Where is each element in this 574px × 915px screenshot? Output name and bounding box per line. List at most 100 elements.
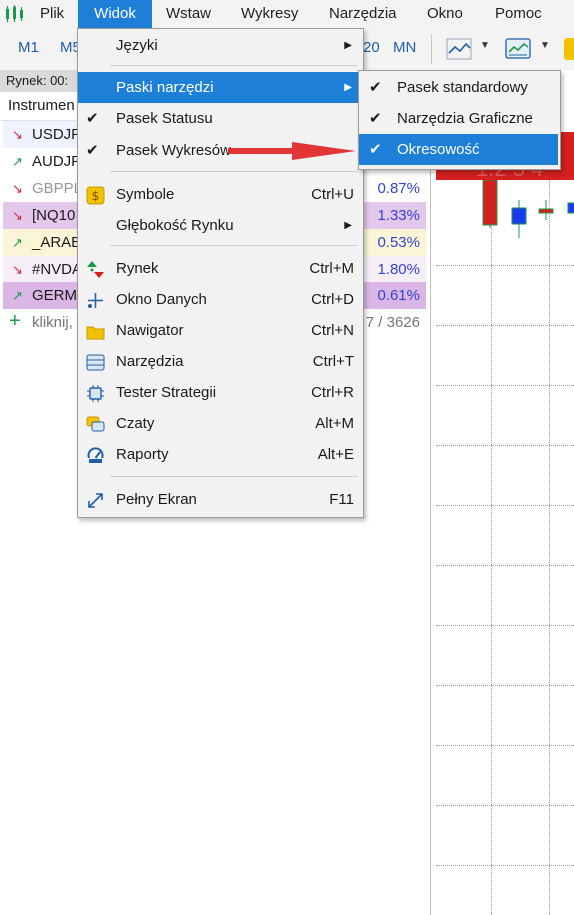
trend-down-icon: ↘ <box>12 181 23 196</box>
submenu-arrow-icon: ▶ <box>344 40 352 51</box>
checkmark-icon: ✔ <box>369 110 382 127</box>
grid-line <box>436 505 574 506</box>
grid-line <box>436 445 574 446</box>
red-arrow-annotation <box>228 142 356 160</box>
timeframe-mn-button[interactable]: MN <box>393 39 416 56</box>
menu-pomoc[interactable]: Pomoc <box>495 0 542 28</box>
menu-separator <box>110 171 358 172</box>
crosshair-icon <box>86 290 105 309</box>
grid-line <box>436 805 574 806</box>
trend-down-icon: ↘ <box>12 208 23 223</box>
menu-item-label: Rynek <box>116 260 159 277</box>
bear-candle <box>482 180 498 226</box>
menu-item-shortcut: Ctrl+M <box>309 260 354 277</box>
menu-item-pełny-ekran[interactable]: Pełny Ekran F11 <box>78 484 362 515</box>
checkmark-icon: ✔ <box>369 79 382 96</box>
menu-item-shortcut: Ctrl+R <box>311 384 354 401</box>
menu-item-czaty[interactable]: Czaty Alt+M <box>78 408 362 439</box>
folder-icon <box>86 321 105 340</box>
menu-item-label: Raporty <box>116 446 169 463</box>
fullscreen-icon <box>86 490 105 509</box>
menu-okno[interactable]: Okno <box>427 0 463 28</box>
chart-template-icon[interactable] <box>505 37 531 61</box>
menu-item-okno-danych[interactable]: Okno Danych Ctrl+D <box>78 284 362 315</box>
menu-item-tester-strategii[interactable]: Tester Strategii Ctrl+R <box>78 377 362 408</box>
menu-item-label: Głębokość Rynku <box>116 217 234 234</box>
submenu-item-label: Okresowość <box>397 141 480 158</box>
market-icon <box>86 259 105 278</box>
bull-candle <box>511 207 527 225</box>
timeframe-m1-button[interactable]: M1 <box>18 39 39 56</box>
symbol-name: GBPPL <box>32 180 83 197</box>
menu-item-raporty[interactable]: Raporty Alt+E <box>78 439 362 470</box>
grid-line <box>436 565 574 566</box>
dollar-icon: $ <box>86 185 105 205</box>
menu-widok[interactable]: Widok <box>78 0 152 28</box>
submenu-item-narzędzia-graficzne[interactable]: ✔ Narzędzia Graficzne <box>359 103 558 134</box>
menu-item-shortcut: Alt+E <box>317 446 354 463</box>
menu-separator <box>110 65 358 66</box>
daily-change: 1.33% <box>377 207 420 224</box>
line-chart-icon[interactable] <box>446 38 472 60</box>
submenu-item-okresowość[interactable]: ✔ Okresowość <box>359 134 558 165</box>
chevron-down-icon[interactable]: ▼ <box>540 40 550 51</box>
menu-narzedzia[interactable]: Narzędzia <box>329 0 397 28</box>
grid-line <box>436 385 574 386</box>
menu-plik[interactable]: Plik <box>40 0 64 28</box>
daily-change: 1.80% <box>377 261 420 278</box>
svg-text:$: $ <box>92 189 100 203</box>
menu-item-pasek-statusu[interactable]: ✔ Pasek Statusu <box>78 103 362 134</box>
symbol-name: USDJP <box>32 126 82 143</box>
submenu-item-label: Narzędzia Graficzne <box>397 110 533 127</box>
checkmark-icon: ✔ <box>86 110 99 127</box>
chevron-down-icon[interactable]: ▼ <box>480 40 490 51</box>
report-icon <box>86 445 105 464</box>
symbol-name: GERM <box>32 287 77 304</box>
symbol-name: [NQ10 <box>32 207 76 224</box>
menu-item-label: Pełny Ekran <box>116 491 197 508</box>
grid-line <box>436 625 574 626</box>
bear-candle <box>538 208 554 214</box>
toolbar-separator <box>431 34 432 64</box>
menu-item-symbole[interactable]: $ Symbole Ctrl+U <box>78 179 362 210</box>
add-symbol-label: kliknij, <box>32 314 73 331</box>
menu-item-głębokość-rynku[interactable]: Głębokość Rynku ▶ <box>78 210 362 241</box>
bull-candle <box>567 202 574 214</box>
menu-separator <box>110 476 358 477</box>
menu-item-label: Symbole <box>116 186 175 203</box>
grid-line <box>436 745 574 746</box>
menu-item-paski-narzędzi[interactable]: Paski narzędzi ▶ <box>78 72 362 103</box>
menubar: Plik Widok Wstaw Wykresy Narzędzia Okno … <box>0 0 574 28</box>
menu-wykresy[interactable]: Wykresy <box>241 0 298 28</box>
menu-item-nawigator[interactable]: Nawigator Ctrl+N <box>78 315 362 346</box>
menu-item-label: Okno Danych <box>116 291 207 308</box>
menu-wstaw[interactable]: Wstaw <box>166 0 211 28</box>
menu-item-label: Języki <box>116 37 158 54</box>
menu-item-shortcut: F11 <box>329 491 354 508</box>
menu-item-narzędzia[interactable]: Narzędzia Ctrl+T <box>78 346 362 377</box>
toolbar-extra-icon[interactable] <box>564 38 574 60</box>
submenu-item-pasek-standardowy[interactable]: ✔ Pasek standardowy <box>359 72 558 103</box>
daily-change: 0.53% <box>377 234 420 251</box>
symbol-name: AUDJP <box>32 153 82 170</box>
trend-up-icon: ↗ <box>12 288 23 303</box>
toolbox-icon <box>86 352 105 371</box>
menu-item-label: Paski narzędzi <box>116 79 214 96</box>
grid-line <box>436 865 574 866</box>
menu-item-shortcut: Ctrl+N <box>311 322 354 339</box>
menu-separator <box>110 245 358 246</box>
chat-icon <box>86 414 105 433</box>
menu-item-rynek[interactable]: Rynek Ctrl+M <box>78 253 362 284</box>
trend-down-icon: ↘ <box>12 127 23 142</box>
menu-item-label: Czaty <box>116 415 155 432</box>
menu-item-shortcut: Ctrl+U <box>311 186 354 203</box>
menu-item-języki[interactable]: Języki ▶ <box>78 30 362 61</box>
symbol-name: _ARAB <box>32 234 82 251</box>
trend-up-icon: ↗ <box>12 235 23 250</box>
menu-item-label: Nawigator <box>116 322 184 339</box>
menu-item-label: Tester Strategii <box>116 384 217 401</box>
daily-change: 0.87% <box>377 180 420 197</box>
trend-up-icon: ↗ <box>12 154 23 169</box>
timeframe-m20-button[interactable]: 20 <box>363 39 380 56</box>
grid-line <box>436 265 574 266</box>
